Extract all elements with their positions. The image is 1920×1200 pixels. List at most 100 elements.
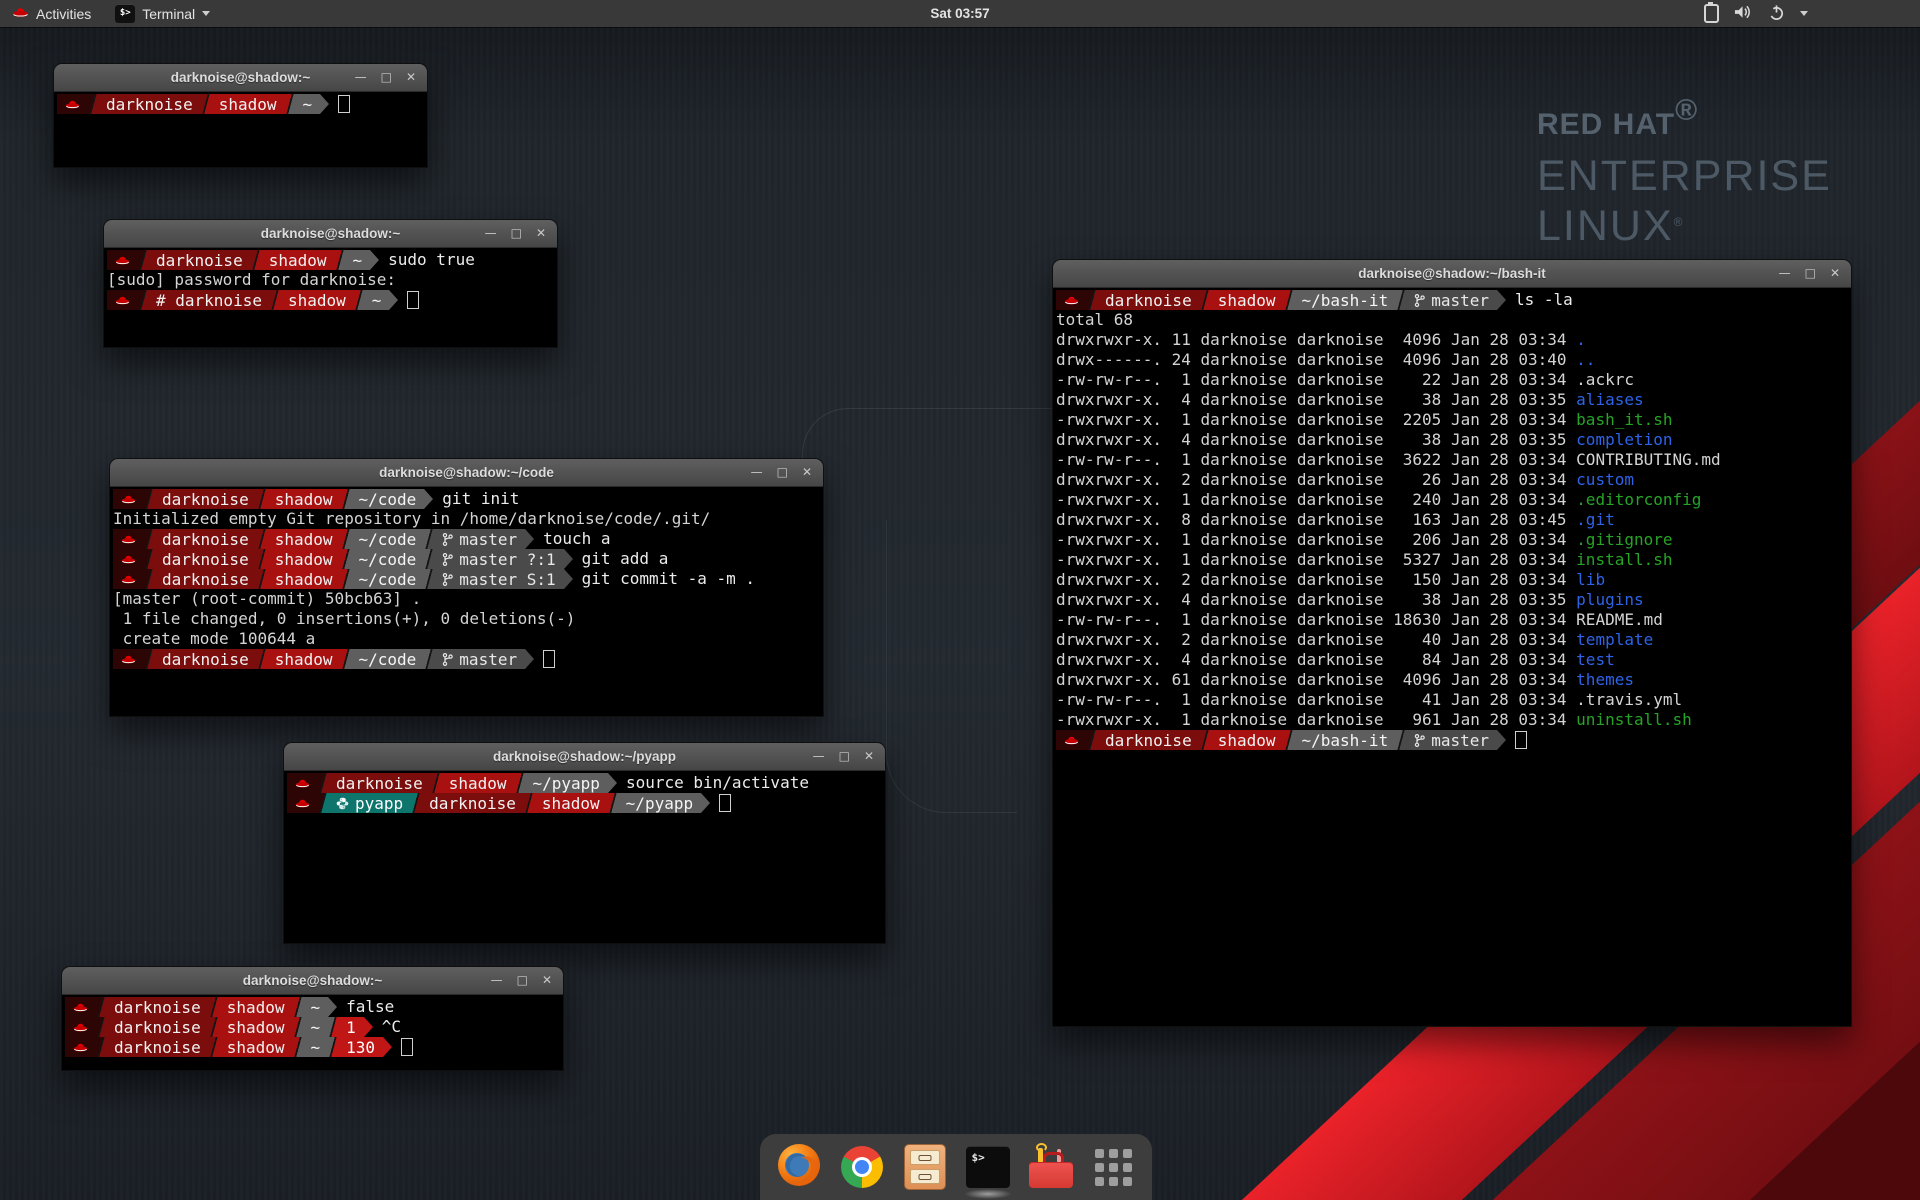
dock-firefox[interactable] xyxy=(776,1144,822,1190)
red-hat-icon xyxy=(121,534,136,545)
terminal-output-line: drwxrwxr-x. 2 darknoise darknoise 26 Jan… xyxy=(1056,470,1851,490)
minimize-button[interactable]: — xyxy=(813,743,825,770)
terminal-prompt-line: darknoiseshadow~/pyappsource bin/activat… xyxy=(287,773,885,793)
window-titlebar[interactable]: darknoise@shadow:~ —□✕ xyxy=(54,64,427,92)
window-titlebar[interactable]: darknoise@shadow:~/code —□✕ xyxy=(110,459,823,487)
terminal-body[interactable]: darknoiseshadow~/pyappsource bin/activat… xyxy=(284,771,885,943)
terminal-prompt-line: darknoiseshadow~130 xyxy=(65,1037,563,1057)
system-tray[interactable] xyxy=(1704,0,1808,27)
top-bar: Activities $> Terminal Sat 03:57 xyxy=(0,0,1920,27)
window-titlebar[interactable]: darknoise@shadow:~/pyapp —□✕ xyxy=(284,743,885,771)
minimize-button[interactable]: — xyxy=(485,220,497,247)
segment-separator xyxy=(257,549,267,569)
terminal-prompt-line: darknoiseshadow~/codegit init xyxy=(113,489,823,509)
prompt-segment-branch: master xyxy=(1406,290,1497,310)
maximize-button[interactable]: □ xyxy=(839,743,850,770)
prompt-segment-host: shadow xyxy=(211,94,285,114)
terminal-window-bash-it: darknoise@shadow:~/bash-it —□✕ darknoise… xyxy=(1053,260,1851,1026)
red-hat-icon xyxy=(73,1042,88,1053)
prompt-arrow xyxy=(389,290,398,310)
maximize-button[interactable]: □ xyxy=(511,220,522,247)
dock-files[interactable] xyxy=(902,1144,948,1190)
terminal-body[interactable]: darknoiseshadow~/codegit initInitialized… xyxy=(110,487,823,716)
activities-button[interactable]: Activities xyxy=(0,0,103,27)
command-text: git add a xyxy=(582,549,669,569)
terminal-body[interactable]: darknoiseshadow~/bash-itmasterls -latota… xyxy=(1053,288,1851,1026)
window-titlebar[interactable]: darknoise@shadow:~ —□✕ xyxy=(104,220,557,248)
terminal-body[interactable]: darknoiseshadow~sudo true[sudo] password… xyxy=(104,248,557,347)
window-titlebar[interactable]: darknoise@shadow:~ —□✕ xyxy=(62,967,563,995)
battery-icon xyxy=(1704,4,1719,23)
git-branch-icon xyxy=(1414,733,1425,748)
prompt-arrow xyxy=(525,649,534,669)
prompt-segment-path: ~/pyapp xyxy=(525,773,608,793)
terminal-window-home-1: darknoise@shadow:~ —□✕ darknoiseshadow~ xyxy=(54,64,427,167)
close-button[interactable]: ✕ xyxy=(864,743,874,770)
watermark-line3: LINUX xyxy=(1537,202,1674,250)
window-titlebar[interactable]: darknoise@shadow:~/bash-it —□✕ xyxy=(1053,260,1851,288)
git-branch-icon xyxy=(442,572,453,587)
terminal-output-line: drwxrwxr-x. 11 darknoise darknoise 4096 … xyxy=(1056,330,1851,350)
red-hat-icon xyxy=(65,99,80,110)
dash-dock: $> xyxy=(760,1134,1152,1200)
terminal-body[interactable]: darknoiseshadow~falsedarknoiseshadow~1^C… xyxy=(62,995,563,1070)
maximize-button[interactable]: □ xyxy=(381,64,392,91)
dock-terminal[interactable]: $> xyxy=(965,1144,1011,1190)
close-button[interactable]: ✕ xyxy=(406,64,416,91)
window-controls: — □ ✕ xyxy=(491,967,552,994)
clock[interactable]: Sat 03:57 xyxy=(930,6,989,21)
maximize-button[interactable]: □ xyxy=(777,459,788,486)
terminal-icon: $> xyxy=(966,1146,1010,1188)
prompt-segment-user: darknoise xyxy=(106,997,209,1017)
maximize-button[interactable]: □ xyxy=(1805,260,1816,287)
prompt-segment-path: ~/code xyxy=(351,569,425,589)
minimize-button[interactable]: — xyxy=(355,64,367,91)
prompt-arrow xyxy=(1497,730,1506,750)
prompt-arrow xyxy=(364,1017,373,1037)
minimize-button[interactable]: — xyxy=(491,967,503,994)
rhel-watermark: RED HAT® ENTERPRISE LINUX® xyxy=(1537,94,1832,259)
app-menu[interactable]: $> Terminal xyxy=(103,0,222,27)
prompt-segment-path: ~ xyxy=(364,290,390,310)
prompt-segment-hat xyxy=(113,649,144,669)
minimize-button[interactable]: — xyxy=(1779,260,1791,287)
python-icon xyxy=(336,797,349,810)
terminal-output-line: -rw-rw-r--. 1 darknoise darknoise 3622 J… xyxy=(1056,450,1851,470)
minimize-button[interactable]: — xyxy=(751,459,763,486)
dock-toolbox[interactable] xyxy=(1028,1144,1074,1190)
segment-separator xyxy=(328,1037,338,1057)
segment-separator xyxy=(285,94,295,114)
dock-chrome[interactable] xyxy=(839,1144,885,1190)
git-branch-icon xyxy=(1414,293,1425,308)
prompt-segment-path: ~/code xyxy=(351,529,425,549)
app-grid-icon xyxy=(1093,1146,1135,1188)
prompt-segment-path: ~ xyxy=(303,997,329,1017)
maximize-button[interactable]: □ xyxy=(517,967,528,994)
segment-separator xyxy=(144,529,154,549)
segment-separator xyxy=(293,1017,303,1037)
close-button[interactable]: ✕ xyxy=(802,459,812,486)
prompt-segment-path: ~/code xyxy=(351,549,425,569)
segment-separator xyxy=(96,997,106,1017)
close-button[interactable]: ✕ xyxy=(1830,260,1840,287)
segment-separator xyxy=(318,793,328,813)
red-hat-icon xyxy=(1064,295,1079,306)
drawer xyxy=(910,1150,940,1165)
close-button[interactable]: ✕ xyxy=(536,220,546,247)
terminal-cursor xyxy=(543,650,555,668)
prompt-segment-branch: master S:1 xyxy=(434,569,563,589)
close-button[interactable]: ✕ xyxy=(542,967,552,994)
terminal-body[interactable]: darknoiseshadow~ xyxy=(54,92,427,167)
prompt-segment-hat xyxy=(65,997,96,1017)
prompt-segment-host: shadow xyxy=(280,290,354,310)
prompt-arrow xyxy=(383,1037,392,1057)
window-controls: — □ ✕ xyxy=(485,220,546,247)
terminal-cursor xyxy=(401,1038,413,1056)
command-text: touch a xyxy=(543,529,610,549)
dock-app-grid[interactable] xyxy=(1091,1144,1137,1190)
prompt-segment-user: darknoise xyxy=(106,1017,209,1037)
prompt-segment-hat xyxy=(287,793,318,813)
segment-separator xyxy=(144,569,154,589)
prompt-segment-host: shadow xyxy=(267,549,341,569)
terminal-prompt-line: # darknoiseshadow~ xyxy=(107,290,557,310)
